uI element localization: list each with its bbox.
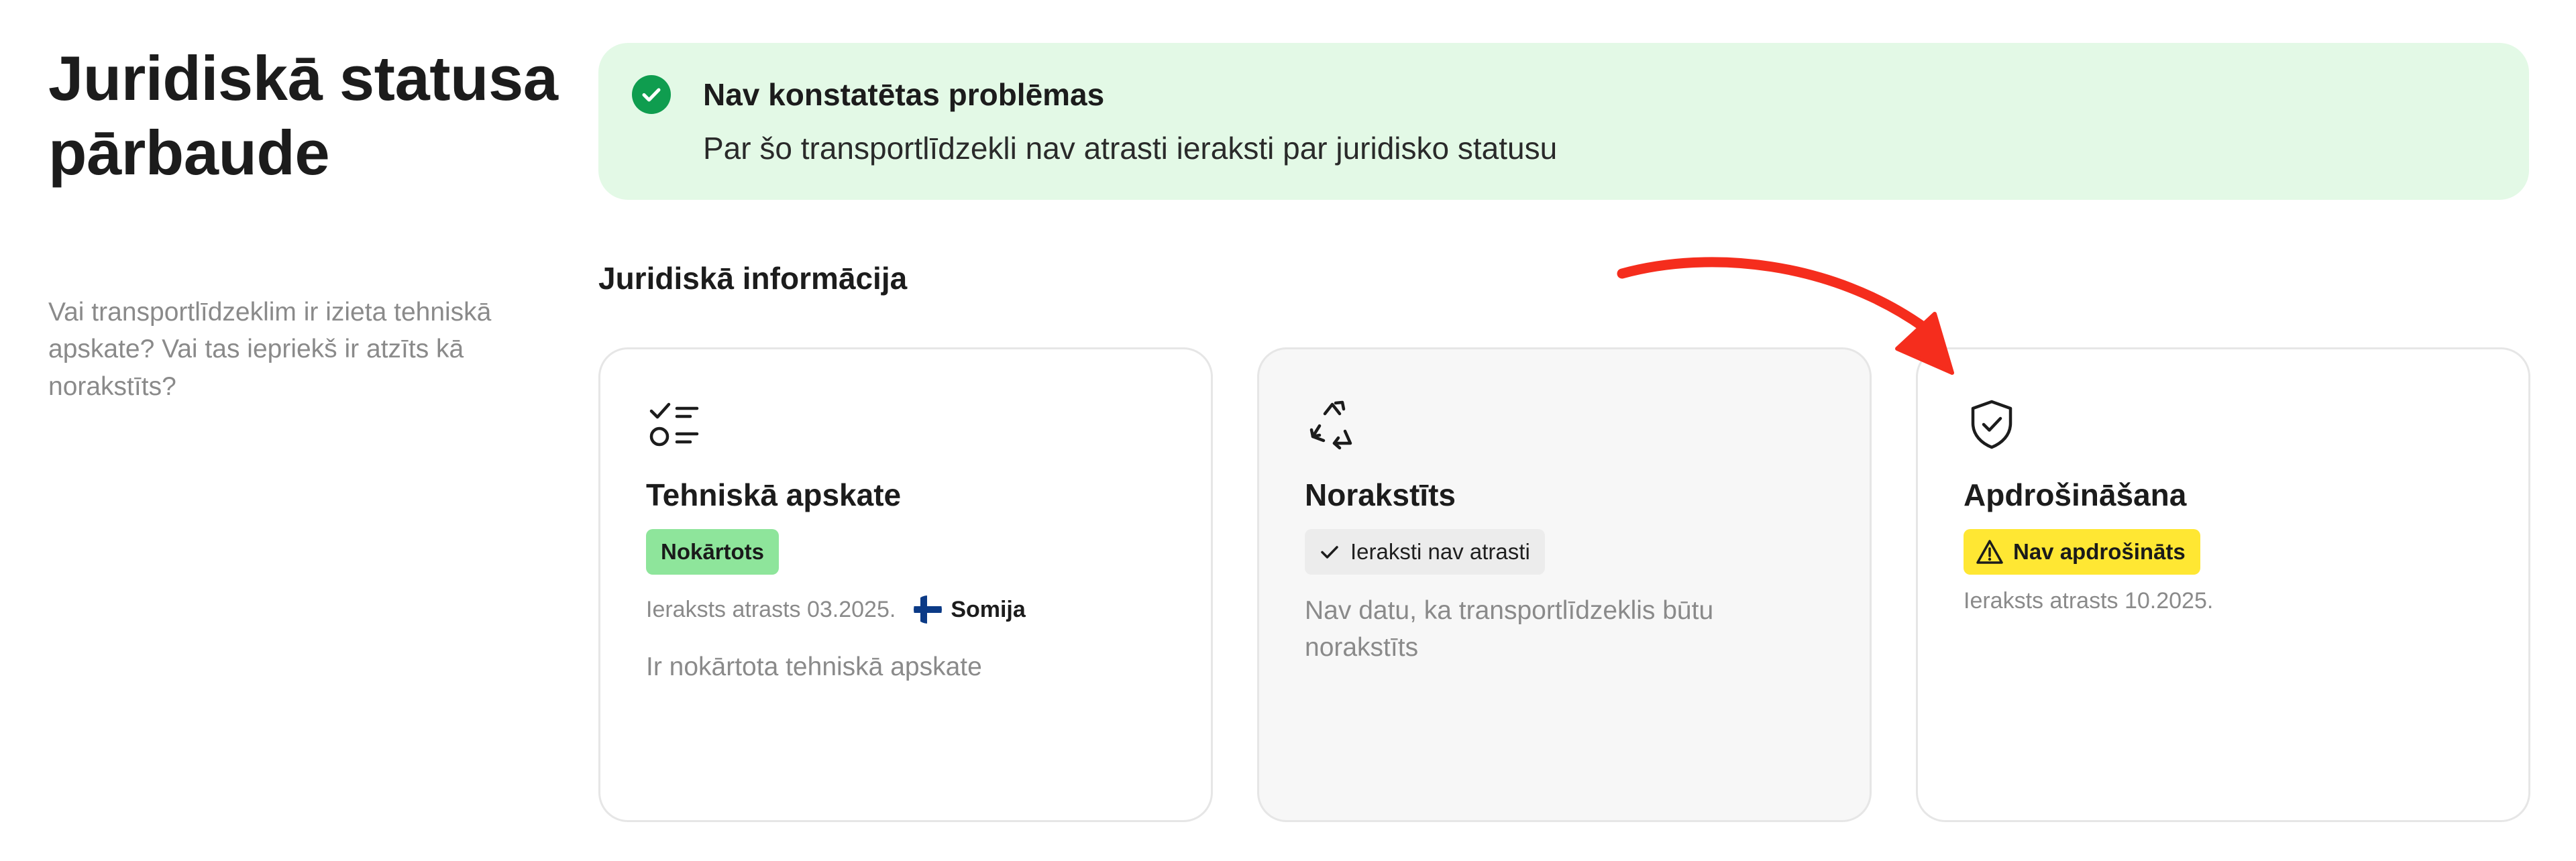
card-description: Nav datu, ka transportlīdzeklis būtu nor…: [1305, 596, 1714, 663]
page-subtitle: Vai transportlīdzeklim ir izieta tehnisk…: [48, 298, 492, 401]
page-title: Juridiskā statusa pārbaude: [48, 43, 558, 188]
section-title: Juridiskā informācija: [598, 261, 908, 296]
badge-label: Nokārtots: [661, 539, 765, 564]
alert-title: Nav konstatētas problēmas: [703, 77, 1105, 112]
status-badge: Ieraksti nav atrasti: [1305, 529, 1545, 575]
card-technical-inspection: Tehniskā apskate Nokārtots Ieraksts atra…: [598, 347, 1213, 822]
country-name: Somija: [951, 596, 1026, 622]
record-meta: Ieraksts atrasts 03.2025. Somija: [646, 595, 1026, 624]
record-meta: Ieraksts atrasts 10.2025.: [1964, 588, 2213, 614]
check-circle-icon: [632, 75, 671, 114]
card-written-off: Norakstīts Ieraksti nav atrasti Nav datu…: [1257, 347, 1872, 822]
card-title: Norakstīts: [1305, 477, 1456, 512]
badge-label: Ieraksti nav atrasti: [1350, 539, 1530, 564]
warning-icon: [1976, 540, 2003, 564]
status-badge: Nokārtots: [646, 529, 780, 575]
record-date: Ieraksts atrasts 10.2025.: [1964, 588, 2214, 614]
annotation-arrow-icon: [1617, 257, 1954, 375]
card-insurance: Apdrošināšana Nav apdrošināts Ieraksts a…: [1916, 347, 2530, 822]
check-icon: [1321, 546, 1338, 559]
alert-text: Par šo transportlīdzekli nav atrasti ier…: [703, 131, 1558, 166]
card-description: Ir nokārtota tehniskā apskate: [646, 652, 982, 681]
finland-flag-icon: [914, 595, 943, 624]
badge-label: Nav apdrošināts: [2013, 539, 2186, 564]
status-badge: Nav apdrošināts: [1964, 529, 2200, 575]
page: Juridiskā statusa pārbaude Vai transport…: [0, 0, 2576, 861]
country: Somija: [913, 595, 1026, 624]
checklist-icon: [649, 402, 699, 447]
status-alert: Nav konstatētas problēmas Par šo transpo…: [598, 43, 2529, 200]
card-title: Apdrošināšana: [1964, 477, 2187, 512]
record-date: Ieraksts atrasts 03.2025.: [646, 596, 896, 622]
recycle-icon: [1309, 400, 1352, 450]
shield-check-icon: [1971, 400, 2012, 449]
card-title: Tehniskā apskate: [646, 477, 902, 512]
